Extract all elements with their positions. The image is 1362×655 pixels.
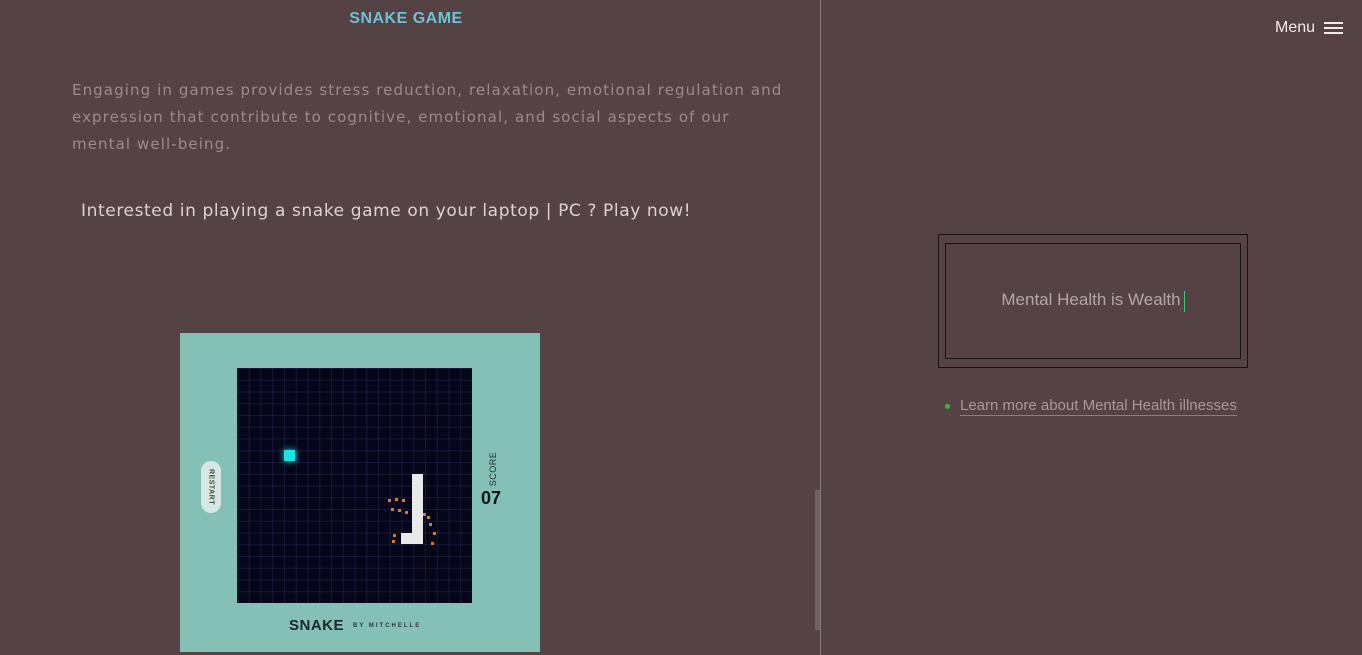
left-panel: SNAKE GAME Engaging in games provides st… — [0, 0, 820, 655]
menu-label: Menu — [1275, 19, 1316, 36]
game-name: SNAKE — [289, 617, 345, 634]
score-value: 07 — [481, 488, 502, 508]
restart-button[interactable]: RESTART — [201, 461, 221, 513]
restart-label: RESTART — [207, 468, 215, 506]
bullet-dot-icon — [945, 404, 950, 409]
quote-typed-text: Mental Health is Wealth — [1001, 290, 1181, 310]
snake-game-card[interactable]: RESTART SCORE 07 SNAKE BY MITCHELLE — [180, 333, 540, 652]
learn-more-row: Learn more about Mental Health illnesses — [945, 397, 1237, 416]
play-cta-text: Interested in playing a snake game on yo… — [81, 201, 692, 221]
food-pellet — [284, 450, 295, 461]
particle — [398, 509, 401, 512]
particle — [388, 499, 391, 502]
snake-tail — [401, 533, 423, 544]
particle — [392, 540, 395, 543]
quote-text: Mental Health is Wealth — [1001, 290, 1185, 312]
particle — [393, 534, 396, 537]
intro-paragraph: Engaging in games provides stress reduct… — [72, 81, 783, 153]
particle — [431, 542, 434, 545]
particle — [405, 511, 408, 514]
particle — [402, 499, 405, 502]
section-title: SNAKE GAME — [349, 10, 463, 27]
hamburger-icon — [1324, 21, 1344, 35]
quote-frame-inner: Mental Health is Wealth — [945, 243, 1241, 359]
learn-more-link[interactable]: Learn more about Mental Health illnesses — [960, 397, 1237, 416]
particle — [423, 513, 426, 516]
particle — [429, 523, 432, 526]
game-author: BY MITCHELLE — [353, 623, 422, 629]
panel-divider — [820, 0, 821, 655]
menu-button[interactable]: Menu — [1275, 19, 1344, 37]
score-label-text: SCORE — [488, 451, 498, 487]
game-board[interactable] — [237, 368, 472, 603]
particle — [427, 516, 430, 519]
particle — [433, 532, 436, 535]
typing-caret — [1183, 290, 1185, 312]
quote-frame: Mental Health is Wealth — [938, 234, 1248, 368]
particle — [391, 508, 394, 511]
particle — [395, 498, 398, 501]
